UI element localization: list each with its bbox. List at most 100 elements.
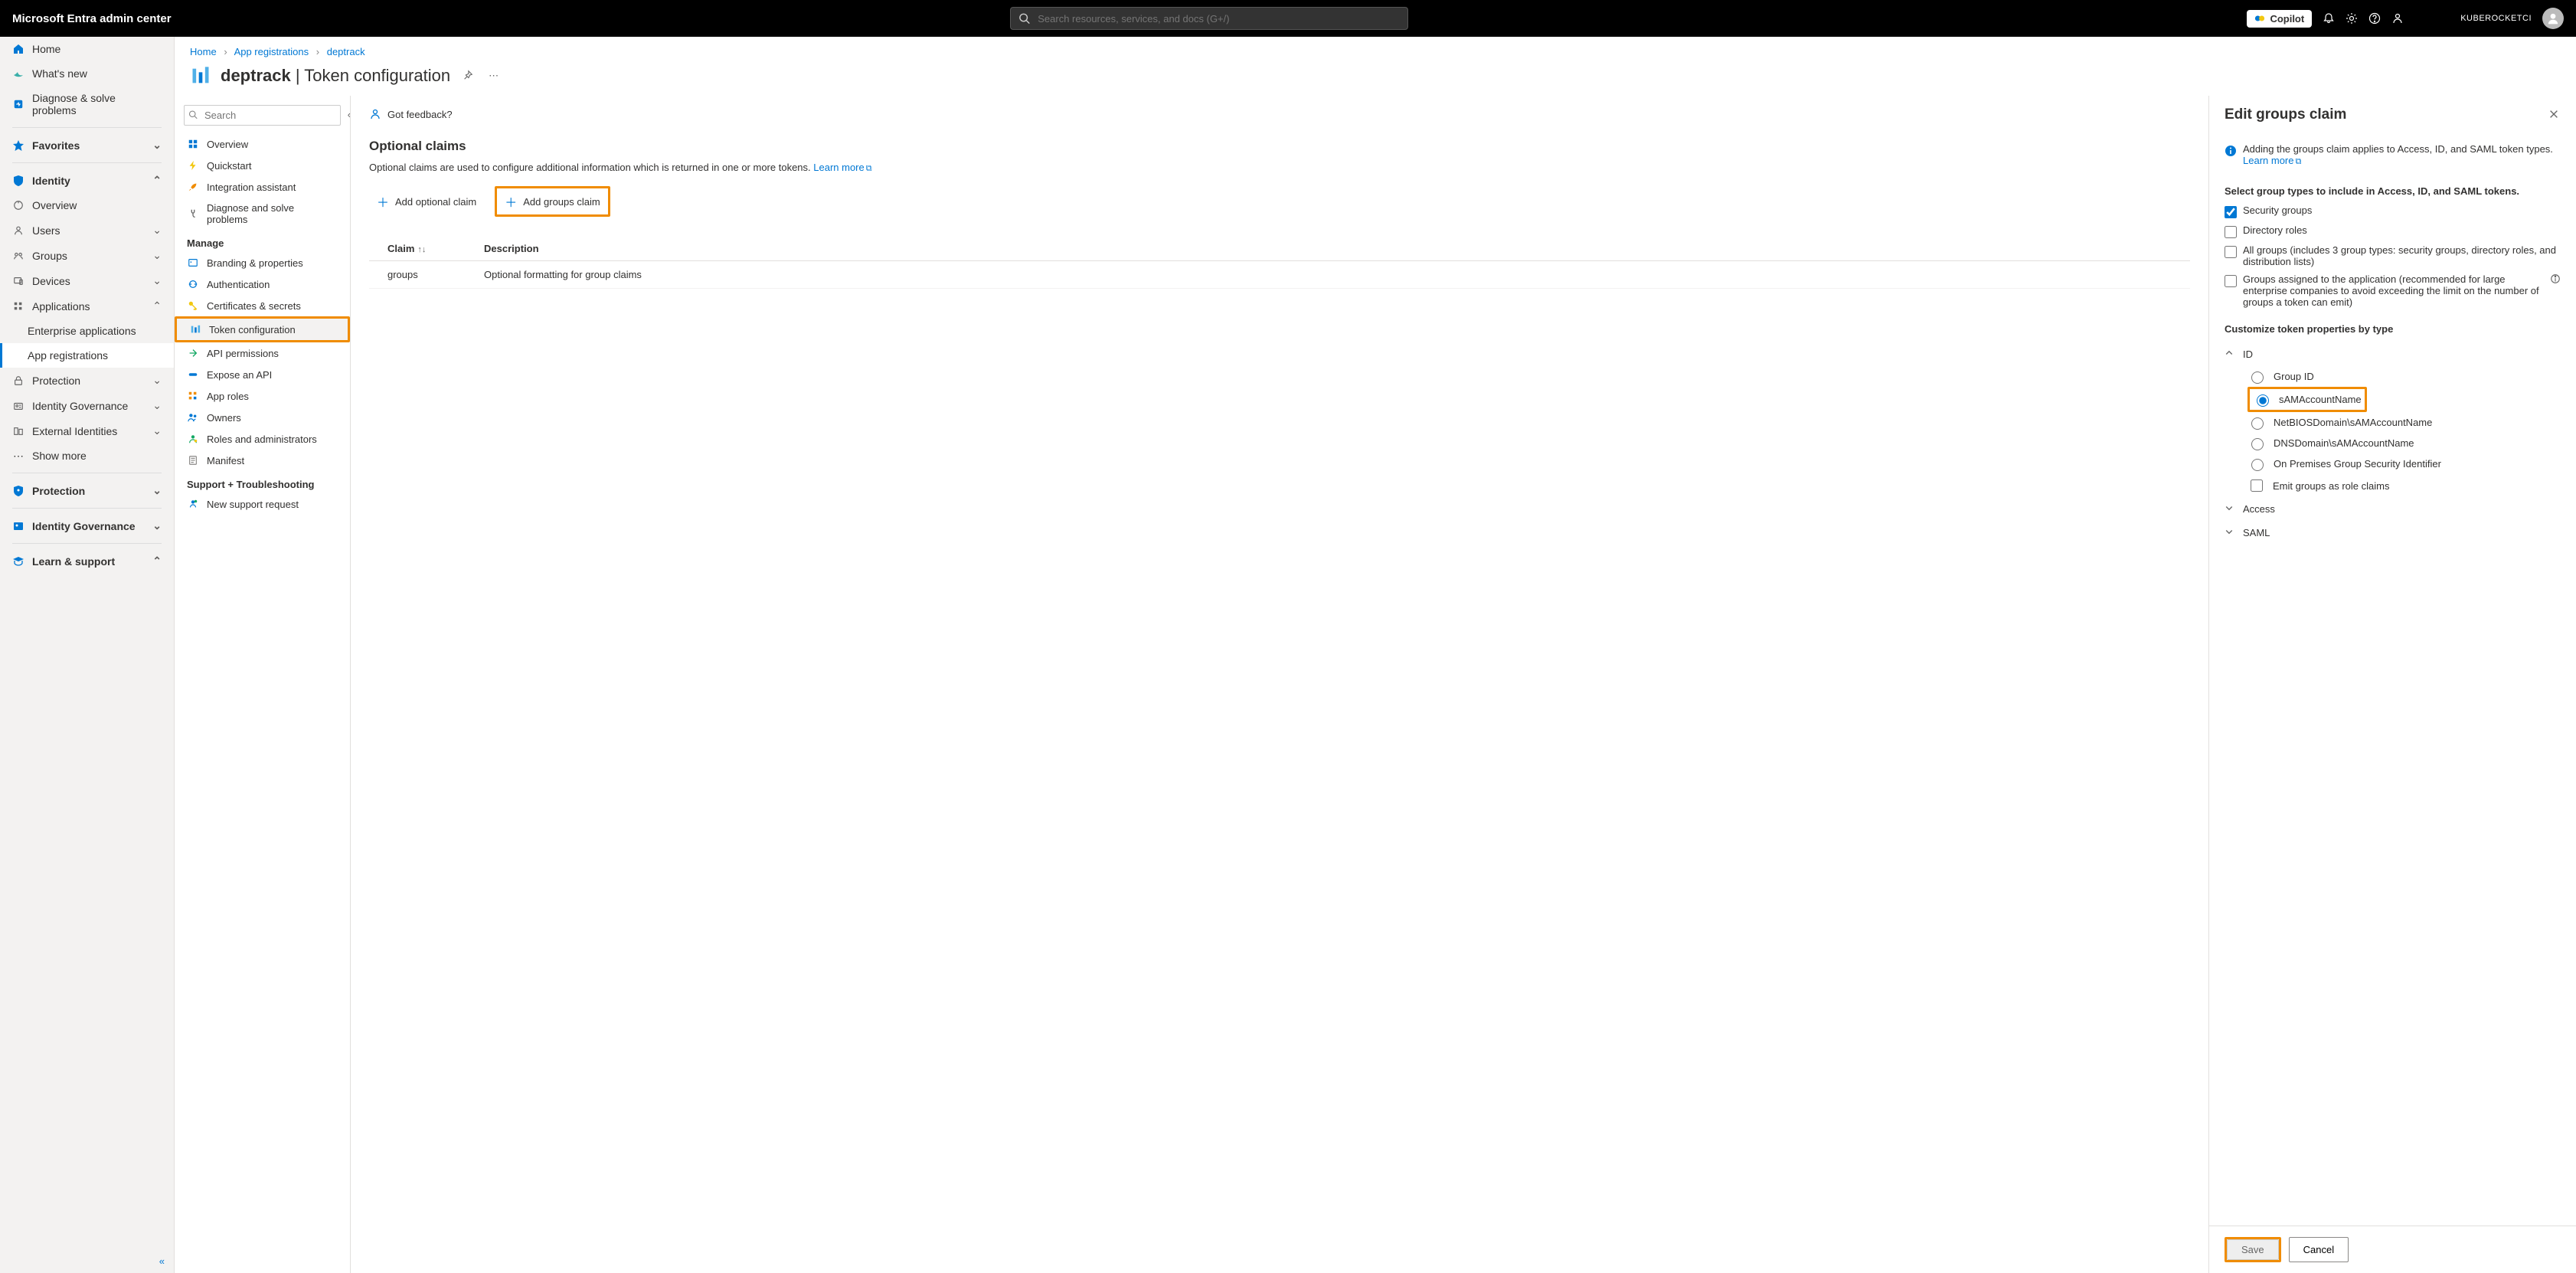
expander-saml[interactable]: SAML bbox=[2225, 521, 2561, 545]
nav-identity[interactable]: Identity ⌃ bbox=[0, 168, 174, 193]
nav-whats-new[interactable]: What's new bbox=[0, 61, 174, 86]
cancel-button[interactable]: Cancel bbox=[2289, 1237, 2349, 1262]
nav-learn-support[interactable]: Learn & support ⌃ bbox=[0, 548, 174, 574]
subnav-branding[interactable]: Branding & properties bbox=[175, 252, 350, 273]
plus-icon: ＋ bbox=[505, 192, 517, 211]
applications-icon bbox=[12, 300, 25, 313]
checkbox-emit-role-claims[interactable]: Emit groups as role claims bbox=[2247, 474, 2561, 497]
learn-more-link[interactable]: Learn more⧉ bbox=[813, 162, 871, 173]
subnav-app-roles[interactable]: App roles bbox=[175, 385, 350, 407]
subnav-overview[interactable]: Overview bbox=[175, 133, 350, 155]
chevron-down-icon: ⌄ bbox=[152, 374, 162, 387]
subnav-api-permissions[interactable]: API permissions bbox=[175, 342, 350, 364]
radio-onprem-input[interactable] bbox=[2251, 459, 2264, 471]
expander-access[interactable]: Access bbox=[2225, 497, 2561, 521]
nav-groups[interactable]: Groups ⌄ bbox=[0, 243, 174, 268]
breadcrumb-app[interactable]: deptrack bbox=[327, 46, 365, 57]
collapse-subnav-button[interactable]: « bbox=[348, 109, 351, 120]
radio-onprem[interactable]: On Premises Group Security Identifier bbox=[2247, 453, 2561, 474]
global-search-input[interactable] bbox=[1036, 12, 1400, 25]
info-icon[interactable] bbox=[2550, 273, 2561, 286]
nav-home[interactable]: Home bbox=[0, 37, 174, 61]
radio-group-id[interactable]: Group ID bbox=[2247, 366, 2561, 387]
rocket-icon bbox=[187, 181, 199, 193]
subnav-expose-api[interactable]: Expose an API bbox=[175, 364, 350, 385]
table-header-claim[interactable]: Claim↑↓ bbox=[369, 243, 484, 254]
expander-id[interactable]: ID bbox=[2225, 342, 2561, 366]
user-avatar[interactable] bbox=[2542, 8, 2564, 29]
subnav-manifest[interactable]: Manifest bbox=[175, 450, 350, 471]
nav-diagnose[interactable]: Diagnose & solve problems bbox=[0, 86, 174, 123]
settings-icon[interactable] bbox=[2346, 12, 2358, 25]
select-group-types-label: Select group types to include in Access,… bbox=[2225, 185, 2561, 197]
radio-sam-account-name-input[interactable] bbox=[2257, 394, 2269, 407]
checkbox-emit-role-claims-input[interactable] bbox=[2251, 479, 2263, 492]
radio-dns-input[interactable] bbox=[2251, 438, 2264, 450]
subnav-owners[interactable]: Owners bbox=[175, 407, 350, 428]
breadcrumb-appreg[interactable]: App registrations bbox=[234, 46, 309, 57]
table-row[interactable]: groups Optional formatting for group cla… bbox=[369, 261, 2190, 289]
checkbox-directory-roles-input[interactable] bbox=[2225, 226, 2237, 238]
nav-identity-governance[interactable]: Identity Governance ⌄ bbox=[0, 513, 174, 538]
nav-enterprise-apps[interactable]: Enterprise applications bbox=[0, 319, 174, 343]
subnav-quickstart[interactable]: Quickstart bbox=[175, 155, 350, 176]
add-optional-claim-button[interactable]: ＋ Add optional claim bbox=[369, 186, 484, 217]
radio-dns[interactable]: DNSDomain\sAMAccountName bbox=[2247, 433, 2561, 453]
subnav-token-configuration[interactable]: Token configuration bbox=[177, 319, 348, 340]
nav-external-identities[interactable]: External Identities ⌄ bbox=[0, 418, 174, 443]
checkbox-directory-roles[interactable]: Directory roles bbox=[2225, 224, 2561, 238]
expose-api-icon bbox=[187, 368, 199, 381]
subnav-new-support[interactable]: New support request bbox=[175, 493, 350, 515]
panel-learn-more-link[interactable]: Learn more⧉ bbox=[2243, 155, 2301, 166]
subnav-authentication[interactable]: Authentication bbox=[175, 273, 350, 295]
subnav-integration[interactable]: Integration assistant bbox=[175, 176, 350, 198]
radio-group-id-input[interactable] bbox=[2251, 371, 2264, 384]
feedback-icon[interactable] bbox=[2391, 12, 2404, 25]
nav-protection-sub[interactable]: Protection ⌄ bbox=[0, 368, 174, 393]
nav-app-registrations[interactable]: App registrations bbox=[0, 343, 174, 368]
radio-netbios[interactable]: NetBIOSDomain\sAMAccountName bbox=[2247, 412, 2561, 433]
close-panel-button[interactable] bbox=[2548, 109, 2561, 122]
radio-netbios-input[interactable] bbox=[2251, 417, 2264, 430]
checkbox-all-groups-input[interactable] bbox=[2225, 246, 2237, 258]
nav-overview[interactable]: Overview bbox=[0, 193, 174, 218]
nav-applications[interactable]: Applications ⌃ bbox=[0, 293, 174, 319]
customize-token-label: Customize token properties by type bbox=[2225, 323, 2561, 335]
subnav-roles-admins[interactable]: Roles and administrators bbox=[175, 428, 350, 450]
pin-button[interactable] bbox=[459, 67, 476, 86]
nav-devices[interactable]: Devices ⌄ bbox=[0, 268, 174, 293]
nav-protection[interactable]: Protection ⌄ bbox=[0, 478, 174, 503]
help-icon[interactable] bbox=[2368, 12, 2381, 25]
table-header-description[interactable]: Description bbox=[484, 243, 2190, 254]
save-button[interactable]: Save bbox=[2227, 1239, 2279, 1260]
chevron-down-icon: ⌄ bbox=[152, 424, 162, 437]
more-button[interactable]: ⋯ bbox=[485, 67, 502, 85]
page-title: deptrack | Token configuration bbox=[221, 66, 450, 86]
subnav-certificates[interactable]: Certificates & secrets bbox=[175, 295, 350, 316]
breadcrumb-home[interactable]: Home bbox=[190, 46, 217, 57]
global-search[interactable] bbox=[1010, 7, 1408, 30]
checkbox-groups-assigned[interactable]: Groups assigned to the application (reco… bbox=[2225, 273, 2561, 308]
notifications-icon[interactable] bbox=[2323, 12, 2335, 25]
checkbox-all-groups[interactable]: All groups (includes 3 group types: secu… bbox=[2225, 244, 2561, 267]
search-icon bbox=[1018, 12, 1030, 25]
chevron-down-icon: ⌄ bbox=[152, 249, 162, 262]
brand-title: Microsoft Entra admin center bbox=[12, 12, 172, 25]
add-groups-claim-button[interactable]: ＋ Add groups claim bbox=[497, 188, 607, 214]
governance-icon bbox=[12, 400, 25, 412]
checkbox-security-groups-input[interactable] bbox=[2225, 206, 2237, 218]
feedback-link[interactable]: Got feedback? bbox=[369, 102, 2190, 134]
radio-sam-account-name[interactable]: sAMAccountName bbox=[2253, 389, 2362, 410]
collapse-nav-button[interactable]: « bbox=[0, 1249, 174, 1273]
subnav-diagnose[interactable]: Diagnose and solve problems bbox=[175, 198, 350, 230]
subnav-search-input[interactable] bbox=[184, 105, 341, 126]
nav-show-more[interactable]: ⋯ Show more bbox=[0, 443, 174, 468]
nav-users[interactable]: Users ⌄ bbox=[0, 218, 174, 243]
nav-favorites[interactable]: Favorites ⌄ bbox=[0, 133, 174, 158]
external-link-icon: ⧉ bbox=[2295, 157, 2301, 166]
checkbox-security-groups[interactable]: Security groups bbox=[2225, 205, 2561, 218]
claims-table: Claim↑↓ Description groups Optional form… bbox=[369, 237, 2190, 289]
nav-identity-governance-sub[interactable]: Identity Governance ⌄ bbox=[0, 393, 174, 418]
copilot-button[interactable]: Copilot bbox=[2247, 10, 2312, 28]
checkbox-groups-assigned-input[interactable] bbox=[2225, 275, 2237, 287]
